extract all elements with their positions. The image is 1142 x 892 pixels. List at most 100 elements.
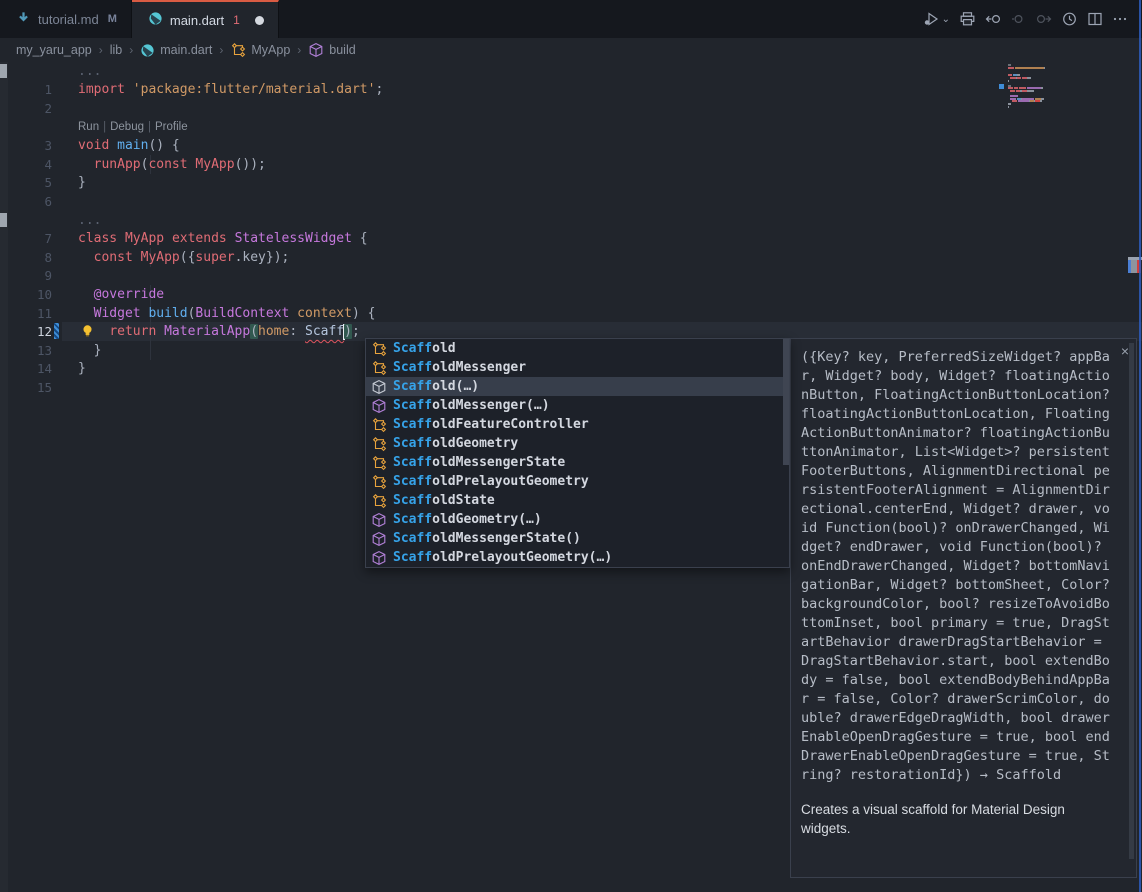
suggest-item-ScaffoldPrelayoutGeometry[interactable]: ScaffoldPrelayoutGeometry: [366, 472, 789, 491]
gutter-marker: [52, 62, 64, 81]
token: (: [250, 324, 259, 340]
suggest-item-ScaffoldMessengerState[interactable]: ScaffoldMessengerState(): [366, 529, 789, 548]
token: StatelessWidget: [234, 231, 352, 247]
code-line-content[interactable]: [64, 192, 1142, 211]
more-actions-icon[interactable]: [1112, 11, 1128, 27]
code-line-content[interactable]: ...: [64, 211, 1142, 230]
gutter-marker: [52, 118, 64, 137]
code-line-content[interactable]: Widget build(BuildContext context) {: [64, 303, 1142, 323]
code-line-content[interactable]: [64, 99, 1142, 118]
code-line-7: 7 class MyApp extends StatelessWidget {: [0, 229, 1142, 248]
line-number: 10: [36, 286, 52, 302]
token: @override: [93, 286, 165, 302]
code-line-content[interactable]: ...: [64, 62, 1142, 81]
constructor-icon: [371, 398, 387, 414]
suggest-item-ScaffoldGeometry[interactable]: ScaffoldGeometry: [366, 434, 789, 453]
token: main: [117, 138, 149, 154]
breadcrumb-item-main.dart[interactable]: main.dart: [140, 43, 212, 58]
code-line-content[interactable]: import 'package:flutter/material.dart';: [64, 81, 1142, 100]
token: extends: [171, 231, 227, 247]
gutter-marker: [52, 81, 64, 100]
code-line-3: 3 void main() {: [0, 136, 1142, 155]
suggest-label: ScaffoldPrelayoutGeometry(…): [393, 550, 613, 565]
run-or-debug-icon[interactable]: ⌄: [923, 11, 950, 27]
code-line-8: 8 const MyApp({super .key});: [0, 247, 1142, 267]
line-number: 9: [44, 268, 52, 284]
line-number: 12: [36, 324, 52, 340]
token: }: [78, 342, 102, 358]
code-line-content[interactable]: [64, 267, 1142, 286]
token: super: [195, 249, 235, 265]
line-number: 2: [44, 100, 52, 116]
code-line-content[interactable]: @override: [64, 285, 1142, 304]
code-line-6: 6: [0, 192, 1142, 211]
gutter-marker: [52, 378, 64, 397]
line-number: 1: [44, 82, 52, 98]
line-number: 6: [44, 193, 52, 209]
gutter-marker: [52, 341, 64, 360]
codelens-profile-link[interactable]: Profile: [155, 121, 188, 133]
close-icon[interactable]: ×: [1121, 343, 1129, 359]
token: const: [93, 249, 133, 265]
gutter-marker: [52, 192, 64, 211]
token: build: [148, 305, 188, 321]
tab-bar: tutorial.md M main.dart 1 ⌄: [0, 0, 1142, 38]
token: (: [140, 156, 149, 172]
suggest-item-ScaffoldMessenger[interactable]: ScaffoldMessenger(…): [366, 396, 789, 415]
suggest-item-ScaffoldMessenger[interactable]: ScaffoldMessenger: [366, 358, 789, 377]
gutter-marker: [52, 248, 64, 267]
token: :: [289, 324, 305, 340]
code-line-content[interactable]: class MyApp extends StatelessWidget {: [64, 229, 1142, 248]
class-icon: [371, 474, 387, 490]
code-line-content[interactable]: const MyApp({super .key});: [64, 247, 1142, 267]
code-line-content[interactable]: }: [64, 174, 1142, 193]
token: ...: [78, 212, 102, 228]
suggest-item-ScaffoldGeometry[interactable]: ScaffoldGeometry(…): [366, 510, 789, 529]
token: MaterialApp: [164, 324, 251, 340]
print-icon[interactable]: [959, 11, 976, 27]
gutter-marker: [52, 285, 64, 304]
split-editor-icon[interactable]: [1087, 11, 1103, 27]
indent-guide: [150, 340, 151, 360]
error-count-badge: 1: [233, 13, 240, 27]
line-number: 3: [44, 138, 52, 154]
code-line-content[interactable]: void main() {: [64, 136, 1142, 155]
suggest-item-ScaffoldFeatureController[interactable]: ScaffoldFeatureController: [366, 415, 789, 434]
docs-scrollbar[interactable]: [1129, 343, 1134, 860]
vscode-window: tutorial.md M main.dart 1 ⌄ my_yaru_app ›…: [0, 0, 1142, 892]
code-line-content[interactable]: runApp(const MyApp ());: [64, 154, 1142, 174]
navigate-back-icon[interactable]: [985, 11, 1002, 27]
suggest-label: ScaffoldGeometry: [393, 436, 519, 451]
suggest-label: ScaffoldMessengerState(): [393, 531, 581, 546]
suggest-item-ScaffoldMessengerState[interactable]: ScaffoldMessengerState: [366, 453, 789, 472]
code-line-5: 5}: [0, 174, 1142, 193]
class-icon: [230, 42, 246, 58]
suggest-item-Scaffold[interactable]: Scaffold(…): [366, 377, 789, 396]
token: ());: [234, 156, 266, 172]
suggest-item-ScaffoldState[interactable]: ScaffoldState: [366, 491, 789, 510]
gutter-marker: [52, 155, 64, 174]
suggest-item-Scaffold[interactable]: Scaffold: [366, 339, 789, 358]
token: Widget: [93, 305, 141, 321]
codelens-content[interactable]: Run | Debug | Profile: [64, 118, 1142, 137]
breadcrumb-item-my_yaru_app[interactable]: my_yaru_app: [16, 43, 92, 57]
token: ) {: [351, 305, 376, 321]
breadcrumb-item-build[interactable]: build: [308, 42, 356, 58]
codelens-debug-link[interactable]: Debug: [110, 121, 144, 133]
gutter-marker: [52, 267, 64, 286]
tab-tutorial-md[interactable]: tutorial.md M: [0, 0, 132, 38]
suggest-scrollbar[interactable]: [783, 339, 789, 465]
minimap[interactable]: [1008, 64, 1138, 111]
navigate-forward-icon: [1035, 11, 1052, 27]
codelens-run-link[interactable]: Run: [78, 121, 99, 133]
unsaved-dot-icon[interactable]: [254, 15, 264, 25]
timeline-icon[interactable]: [1061, 11, 1078, 27]
code-line-4: 4 runApp(const MyApp ());: [0, 154, 1142, 174]
tab-main-dart[interactable]: main.dart 1: [131, 0, 279, 38]
breadcrumb-item-lib[interactable]: lib: [110, 43, 123, 57]
suggest-item-ScaffoldPrelayoutGeometry[interactable]: ScaffoldPrelayoutGeometry(…): [366, 548, 789, 567]
breadcrumb-item-MyApp[interactable]: MyApp: [230, 42, 290, 58]
